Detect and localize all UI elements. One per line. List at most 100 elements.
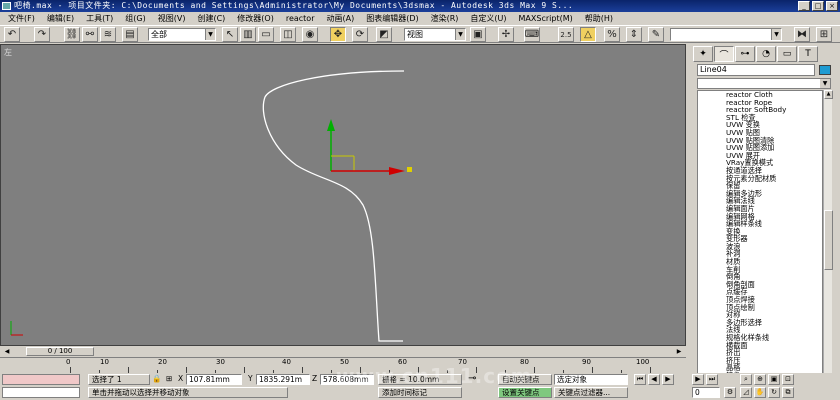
time-slider[interactable]: ◀ 0 / 100 ▶ bbox=[0, 346, 686, 357]
rotate-icon[interactable]: ⟳ bbox=[352, 27, 368, 42]
object-name-field[interactable]: Line04 bbox=[697, 64, 815, 76]
list-item[interactable]: 材质 bbox=[698, 258, 822, 266]
lock-icon[interactable]: 🔒 bbox=[152, 374, 161, 384]
undo-icon[interactable]: ↶ bbox=[4, 27, 20, 42]
zoom-all-icon[interactable]: ⊕ bbox=[754, 374, 766, 385]
list-item[interactable]: reactor SoftBody bbox=[698, 106, 822, 114]
keyboard-shortcut-icon[interactable]: ⌨ bbox=[524, 27, 540, 42]
field-of-view-icon[interactable]: ◿ bbox=[740, 387, 752, 398]
previous-key-icon[interactable]: ◀ bbox=[648, 374, 660, 385]
pan-icon[interactable]: ✋ bbox=[754, 387, 766, 398]
play-icon[interactable]: ▶ bbox=[662, 374, 674, 385]
align-icon[interactable]: ⊞ bbox=[816, 27, 832, 42]
select-object-icon[interactable]: ▤ bbox=[122, 27, 138, 42]
modifier-list[interactable]: reactor Cloth reactor Rope reactor SoftB… bbox=[697, 90, 823, 390]
zoom-extents-all-icon[interactable]: ⊡ bbox=[782, 374, 794, 385]
select-manipulate-icon[interactable]: ✢ bbox=[498, 27, 514, 42]
left-viewport[interactable]: 左 bbox=[0, 44, 686, 346]
current-frame-field[interactable]: 0 bbox=[692, 387, 720, 398]
time-config-icon[interactable]: ⚙ bbox=[724, 387, 736, 398]
select-link-icon[interactable]: ⛓ bbox=[64, 27, 80, 42]
spinner-snap-icon[interactable]: ⇕ bbox=[626, 27, 642, 42]
list-item[interactable]: 横截面 bbox=[698, 341, 822, 350]
named-selection-dropdown[interactable]: ▼ bbox=[670, 28, 782, 41]
list-item[interactable]: 波浪 bbox=[698, 243, 822, 251]
arc-rotate-icon[interactable]: ↻ bbox=[768, 387, 780, 398]
list-item[interactable]: 变形器 bbox=[698, 235, 822, 243]
minimize-button[interactable]: _ bbox=[798, 1, 810, 11]
select-icon[interactable]: ↖ bbox=[222, 27, 238, 42]
menu-tools[interactable]: 工具(T) bbox=[80, 12, 119, 25]
menu-rendering[interactable]: 渲染(R) bbox=[425, 12, 465, 25]
list-item[interactable]: 顶点焊接 bbox=[698, 296, 822, 304]
x-coordinate-field[interactable]: 107.81mm bbox=[186, 374, 242, 385]
list-item[interactable]: UVW 贴图添加 bbox=[698, 144, 822, 152]
list-item[interactable]: 倒角剖面 bbox=[698, 281, 822, 289]
maxscript-listener-field[interactable] bbox=[2, 374, 80, 385]
set-key-button[interactable]: 设置关键点 bbox=[498, 387, 552, 398]
motion-tab-icon[interactable]: ◔ bbox=[756, 46, 776, 62]
list-item[interactable]: 挤出 bbox=[698, 349, 822, 357]
modifier-list-dropdown[interactable]: ▼ bbox=[697, 78, 831, 89]
snap-toggle-icon[interactable]: 2.5 bbox=[558, 27, 574, 42]
redo-icon[interactable]: ↷ bbox=[34, 27, 50, 42]
list-item[interactable]: 补洞 bbox=[698, 250, 822, 258]
maximize-button[interactable]: □ bbox=[812, 1, 824, 11]
scroll-up-icon[interactable]: ▲ bbox=[824, 90, 833, 99]
unlink-icon[interactable]: ⚯ bbox=[82, 27, 98, 42]
next-key-icon[interactable]: ▶ bbox=[692, 374, 704, 385]
list-item[interactable]: 顶点绘制 bbox=[698, 304, 822, 312]
menu-file[interactable]: 文件(F) bbox=[2, 12, 41, 25]
list-item[interactable]: 编辑多边形 bbox=[698, 190, 822, 198]
list-item[interactable]: 变换 bbox=[698, 228, 822, 236]
list-item[interactable]: UVW 变换 bbox=[698, 121, 822, 129]
list-item[interactable]: 编辑样条线 bbox=[698, 220, 822, 228]
select-move-icon[interactable]: ◉ bbox=[302, 27, 318, 42]
close-button[interactable]: × bbox=[826, 1, 838, 11]
window-crossing-icon[interactable]: ◫ bbox=[280, 27, 296, 42]
next-frame-icon[interactable]: ▶ bbox=[674, 347, 684, 356]
create-tab-icon[interactable]: ✦ bbox=[693, 46, 713, 62]
list-item[interactable]: STL 检查 bbox=[698, 114, 822, 122]
percent-snap-icon[interactable]: % bbox=[604, 27, 620, 42]
list-item[interactable]: 编辑法线 bbox=[698, 197, 822, 205]
menu-maxscript[interactable]: MAXScript(M) bbox=[513, 12, 579, 25]
prev-frame-icon[interactable]: ◀ bbox=[2, 347, 12, 356]
utilities-tab-icon[interactable]: T bbox=[798, 46, 818, 62]
list-item[interactable]: 晶格 bbox=[698, 364, 822, 372]
select-by-name-icon[interactable]: ▥ bbox=[240, 27, 256, 42]
menu-reactor[interactable]: reactor bbox=[280, 12, 321, 25]
menu-customize[interactable]: 自定义(U) bbox=[464, 12, 512, 25]
rectangular-selection-icon[interactable]: ▭ bbox=[258, 27, 274, 42]
list-item[interactable]: 规格化样条线 bbox=[698, 334, 822, 342]
menu-group[interactable]: 组(G) bbox=[119, 12, 151, 25]
y-coordinate-field[interactable]: 1835.291m bbox=[256, 374, 310, 385]
menu-view[interactable]: 视图(V) bbox=[152, 12, 192, 25]
list-item[interactable]: 点缓存 bbox=[698, 288, 822, 296]
move-icon[interactable]: ✥ bbox=[330, 27, 346, 42]
menu-help[interactable]: 帮助(H) bbox=[579, 12, 619, 25]
modify-tab-icon[interactable]: ⌒ bbox=[714, 46, 734, 62]
menu-edit[interactable]: 编辑(E) bbox=[41, 12, 80, 25]
menu-graph-editors[interactable]: 图表编辑器(D) bbox=[360, 12, 424, 25]
mirror-icon[interactable]: ⧓ bbox=[794, 27, 810, 42]
list-item[interactable]: 多边形选择 bbox=[698, 319, 822, 327]
list-item[interactable]: 倒角 bbox=[698, 273, 822, 281]
absolute-mode-icon[interactable]: ⊞ bbox=[166, 374, 172, 384]
menu-modifiers[interactable]: 修改器(O) bbox=[231, 12, 280, 25]
angle-snap-icon[interactable]: △ bbox=[580, 27, 596, 42]
scroll-thumb[interactable] bbox=[824, 210, 833, 270]
object-color-swatch[interactable] bbox=[819, 65, 831, 75]
pivot-icon[interactable]: ▣ bbox=[470, 27, 486, 42]
scale-icon[interactable]: ◩ bbox=[376, 27, 392, 42]
maximize-viewport-icon[interactable]: ⧉ bbox=[782, 387, 794, 398]
selection-filter-dropdown[interactable]: 全部 ▼ bbox=[148, 28, 216, 41]
time-slider-thumb[interactable]: 0 / 100 bbox=[26, 347, 94, 356]
zoom-icon[interactable]: ⌕ bbox=[740, 374, 752, 385]
display-tab-icon[interactable]: ▭ bbox=[777, 46, 797, 62]
edit-named-selection-icon[interactable]: ✎ bbox=[648, 27, 664, 42]
reference-coordinate-dropdown[interactable]: 视图 ▼ bbox=[404, 28, 466, 41]
key-filters-button[interactable]: 关键点过滤器... bbox=[554, 387, 628, 398]
list-item[interactable]: 车削 bbox=[698, 266, 822, 274]
go-to-end-icon[interactable]: ⏭ bbox=[706, 374, 718, 385]
